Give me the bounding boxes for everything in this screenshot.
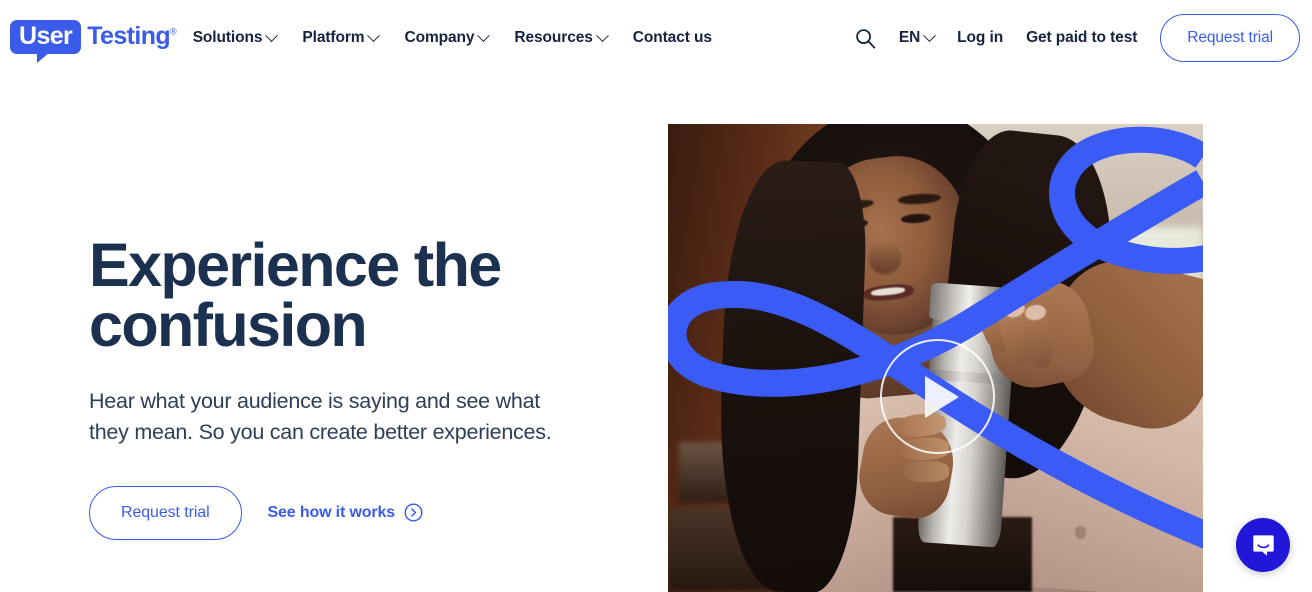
registered-trademark-icon: ® bbox=[170, 26, 177, 37]
person-finger bbox=[903, 460, 949, 482]
chevron-down-icon bbox=[265, 28, 279, 42]
usertesting-logo[interactable]: User Testing® bbox=[10, 20, 177, 63]
logo-bubble-text: User bbox=[19, 22, 73, 50]
hero-video-thumbnail[interactable] bbox=[668, 124, 1203, 592]
nav-item-platform[interactable]: Platform bbox=[302, 28, 381, 47]
nav-label: Resources bbox=[514, 29, 593, 46]
header-request-trial-button[interactable]: Request trial bbox=[1160, 14, 1300, 62]
chevron-down-icon bbox=[923, 28, 937, 42]
nav-label: Solutions bbox=[192, 29, 263, 46]
nav-item-resources[interactable]: Resources bbox=[514, 28, 609, 47]
nav-item-company[interactable]: Company bbox=[404, 28, 491, 47]
hero-cta-group: Request trial See how it works bbox=[89, 485, 649, 540]
chat-widget-button[interactable] bbox=[1236, 518, 1290, 572]
nav-item-solutions[interactable]: Solutions bbox=[192, 28, 279, 47]
circled-chevron-right-icon bbox=[404, 503, 423, 522]
play-button[interactable] bbox=[880, 339, 995, 454]
primary-navigation: Solutions Platform Company Resources Con… bbox=[192, 28, 712, 47]
see-how-it-works-label: See how it works bbox=[267, 503, 396, 521]
logo-speech-bubble: User bbox=[10, 20, 82, 63]
chevron-down-icon bbox=[477, 28, 491, 42]
login-link[interactable]: Log in bbox=[957, 29, 1003, 47]
language-selector[interactable]: EN bbox=[898, 28, 937, 47]
logo-wordmark: Testing® bbox=[87, 22, 177, 50]
utility-navigation: EN Log in Get paid to test Request trial bbox=[855, 14, 1312, 62]
language-label: EN bbox=[898, 29, 921, 46]
blouse-button bbox=[1074, 526, 1087, 539]
nav-item-contact-us[interactable]: Contact us bbox=[633, 29, 712, 47]
see-how-it-works-link[interactable]: See how it works bbox=[268, 503, 423, 522]
site-header: User Testing® Solutions Platform Company… bbox=[0, 0, 1312, 76]
nav-label: Platform bbox=[302, 29, 365, 46]
nav-label: Company bbox=[404, 29, 475, 46]
search-icon[interactable] bbox=[855, 28, 876, 49]
chevron-down-icon bbox=[367, 28, 381, 42]
chevron-down-icon bbox=[595, 28, 609, 42]
chat-bubble-icon bbox=[1252, 534, 1274, 556]
nav-label: Contact us bbox=[632, 29, 712, 46]
get-paid-to-test-link[interactable]: Get paid to test bbox=[1026, 29, 1137, 47]
person-nose bbox=[868, 241, 901, 274]
hero-title: Experience the confusion bbox=[89, 231, 502, 359]
hero-content: Experience the confusion Hear what your … bbox=[89, 231, 649, 540]
hero-subtitle: Hear what your audience is saying and se… bbox=[89, 388, 552, 444]
play-icon bbox=[925, 375, 959, 418]
hero-request-trial-button[interactable]: Request trial bbox=[89, 485, 242, 540]
